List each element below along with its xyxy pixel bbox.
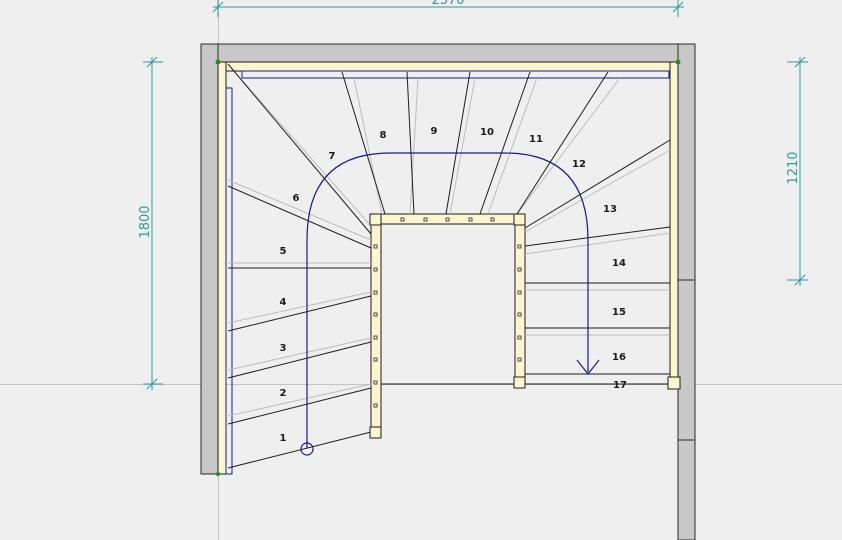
step-number: 13	[603, 204, 617, 215]
step-number: 12	[572, 159, 586, 170]
step-number: 3	[280, 343, 287, 354]
step-number: 16	[612, 352, 626, 363]
newel-post	[513, 376, 526, 389]
wall-left	[200, 43, 219, 475]
step-number: 11	[529, 134, 543, 145]
wall-right-bottom	[677, 439, 696, 540]
dimension-right-label: 1210	[786, 151, 801, 184]
dimension-top-label: 2370	[431, 0, 464, 8]
guide-lines	[0, 0, 842, 540]
step-number: 1	[280, 433, 287, 444]
step-number: 5	[280, 246, 287, 257]
step-number: 14	[612, 258, 626, 269]
newel-post	[667, 376, 681, 390]
handrails	[225, 70, 670, 475]
balusters	[373, 217, 522, 408]
step-number: 10	[480, 127, 494, 138]
stringer-inner-left	[370, 219, 382, 433]
staircase-plan: 1 2 3 4 5 6 7 8 9 10 11 12 13 14 15 16 1…	[0, 0, 842, 540]
step-number: 8	[380, 130, 387, 141]
stringer-right	[669, 61, 679, 385]
stringer-left	[217, 61, 227, 475]
stringer-top	[217, 61, 679, 72]
step-number: 2	[280, 388, 287, 399]
dimension-left-label: 1800	[138, 205, 153, 238]
tread-shadows	[227, 77, 671, 417]
step-number: 6	[293, 193, 300, 204]
tread-lines	[227, 63, 678, 469]
newel-post	[369, 426, 382, 439]
walking-line	[300, 152, 600, 456]
newel-post	[513, 213, 526, 226]
step-number: 17	[613, 380, 627, 391]
step-number: 15	[612, 307, 626, 318]
newel-post	[369, 213, 382, 226]
step-number: 9	[431, 126, 438, 137]
wall-right-upper	[677, 43, 696, 281]
wall-top	[200, 43, 696, 63]
wall-right-lower	[677, 279, 696, 441]
step-number: 7	[329, 151, 336, 162]
step-number: 4	[280, 297, 287, 308]
